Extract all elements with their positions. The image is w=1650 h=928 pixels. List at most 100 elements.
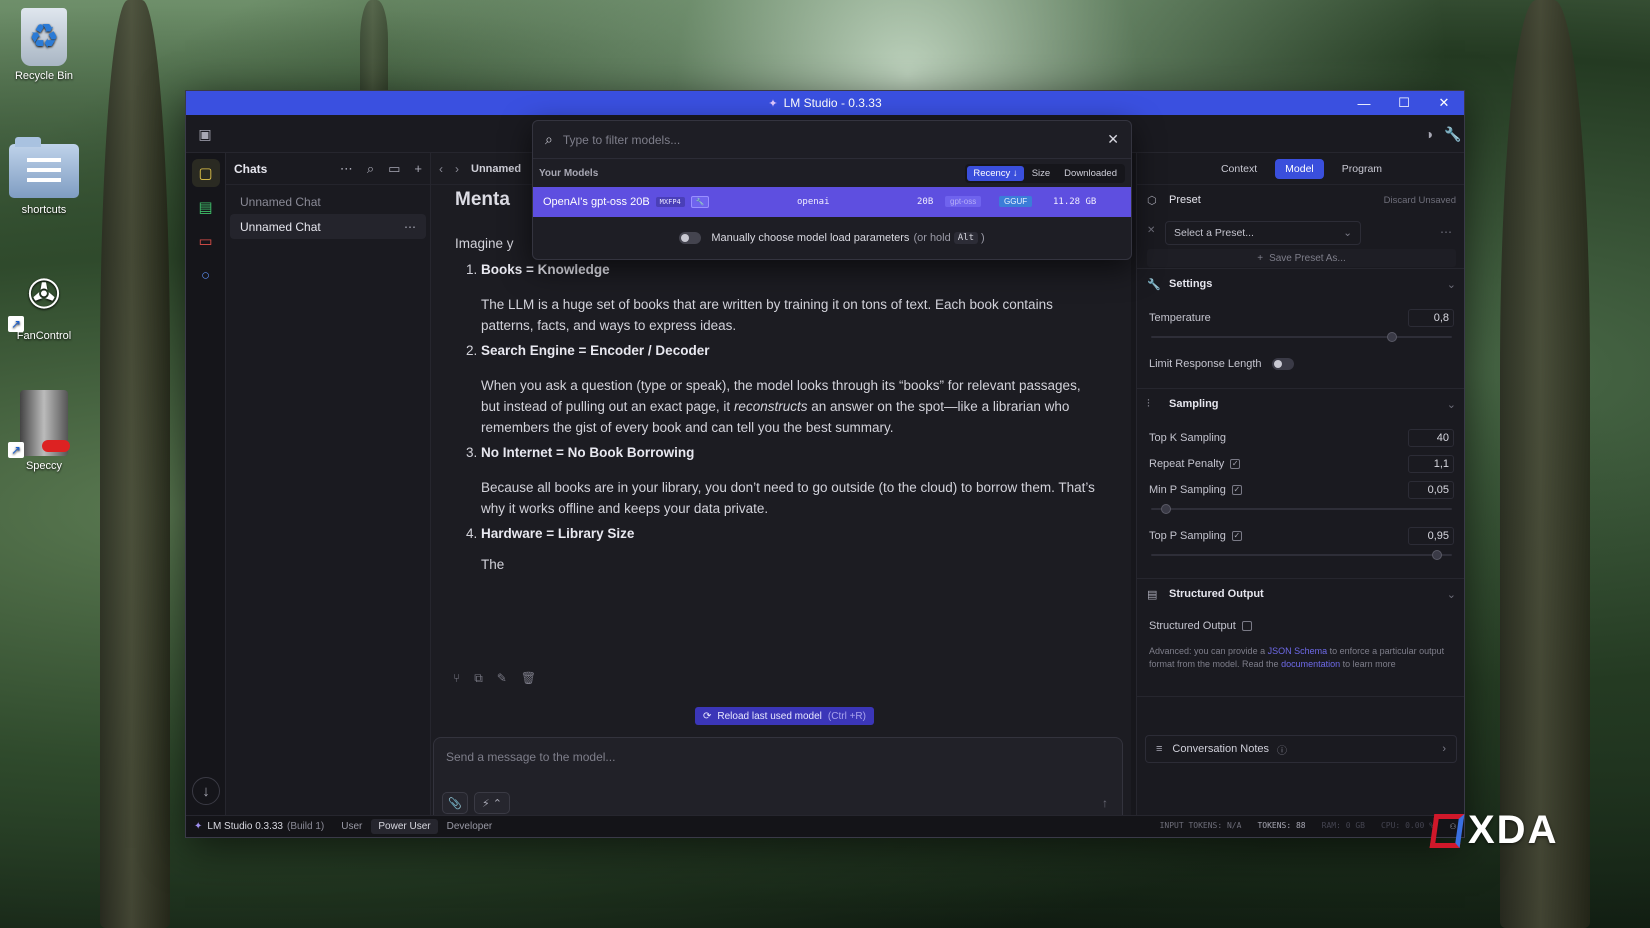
title-bar[interactable]: ✦ LM Studio - 0.3.33 — ☐ ✕: [186, 91, 1464, 115]
top-k-row: Top K Sampling 40: [1137, 425, 1464, 451]
lm-studio-logo-icon: ✦: [194, 821, 203, 832]
tab-program[interactable]: Program: [1332, 159, 1392, 179]
maximize-button[interactable]: ☐: [1384, 91, 1424, 115]
slider-knob[interactable]: [1161, 504, 1172, 514]
sliders-icon: ⫶: [1147, 397, 1150, 410]
shortcut-arrow-icon: ↗: [8, 442, 24, 458]
sort-size-button[interactable]: Size: [1026, 166, 1056, 181]
chat-list-item[interactable]: Unnamed Chat: [226, 189, 430, 214]
structured-output-checkbox[interactable]: [1241, 621, 1252, 631]
top-p-checkbox[interactable]: ✓: [1231, 531, 1242, 541]
wrench-icon[interactable]: 🔧: [1442, 123, 1464, 145]
preset-menu-icon[interactable]: ⋯: [1440, 225, 1452, 239]
discard-unsaved-button[interactable]: Discard Unsaved: [1384, 195, 1456, 206]
chat-icon[interactable]: ▢: [191, 159, 220, 187]
mode-user[interactable]: User: [334, 819, 369, 834]
mode-developer[interactable]: Developer: [440, 819, 500, 834]
sort-recency-button[interactable]: Recency ↓: [967, 165, 1024, 181]
min-p-slider[interactable]: [1151, 503, 1452, 515]
search-chats-icon[interactable]: ⌕: [367, 161, 374, 177]
branch-icon[interactable]: ⑂: [453, 671, 460, 686]
slider-knob[interactable]: [1431, 550, 1442, 560]
plugin-icon[interactable]: ⚡ ⌃: [474, 792, 510, 814]
help-icon: ⓘ: [1277, 745, 1288, 757]
attach-icon[interactable]: 📎: [442, 792, 468, 814]
recycle-bin-icon: ♻: [21, 8, 67, 66]
minimize-button[interactable]: —: [1344, 91, 1384, 115]
new-chat-icon[interactable]: +: [414, 161, 422, 177]
more-options-icon[interactable]: ⋯: [340, 161, 353, 177]
top-k-input[interactable]: 40: [1408, 429, 1454, 447]
list-item: Search Engine = Encoder / Decoder When y…: [481, 340, 1095, 438]
preset-select[interactable]: Select a Preset... ⌄: [1165, 221, 1361, 245]
chats-header: Chats ⋯ ⌕ ▭ +: [226, 153, 430, 185]
chat-list-item-active[interactable]: Unnamed Chat ⋯: [230, 214, 426, 239]
notes-icon: ≡: [1156, 743, 1163, 755]
chat-tab[interactable]: Unnamed: [471, 163, 521, 175]
chevron-right-icon: ›: [1442, 743, 1446, 755]
edit-icon[interactable]: ✎: [497, 671, 507, 686]
mode-power-user[interactable]: Power User: [371, 819, 438, 834]
clear-preset-icon[interactable]: ✕: [1147, 225, 1155, 236]
message-actions: ⑂ ⧉ ✎ 🗑: [453, 671, 536, 686]
chat-item-menu-icon[interactable]: ⋯: [404, 220, 416, 234]
message-composer[interactable]: Send a message to the model... 📎 ⚡ ⌃ ↑: [433, 737, 1123, 823]
temperature-input[interactable]: 0,8: [1408, 309, 1454, 327]
search-icon: ⌕: [545, 131, 553, 147]
delete-icon[interactable]: 🗑: [521, 671, 536, 686]
theme-icon[interactable]: ◑: [1418, 123, 1440, 145]
sort-downloaded-button[interactable]: Downloaded: [1058, 166, 1123, 181]
model-row-gpt-oss[interactable]: OpenAI's gpt-oss 20B MXFP4 🔧 openai 20B …: [533, 187, 1131, 217]
toggle-sidebar-icon[interactable]: ▣: [194, 123, 216, 145]
desktop-icon-recycle-bin[interactable]: ♻ Recycle Bin: [4, 8, 84, 82]
model-name: OpenAI's gpt-oss 20B: [543, 196, 650, 208]
close-window-button[interactable]: ✕: [1424, 91, 1464, 115]
model-publisher: openai: [797, 197, 830, 207]
ram-usage: RAM: 0 GB: [1321, 821, 1365, 830]
min-p-checkbox[interactable]: ✓: [1231, 485, 1242, 495]
copy-icon[interactable]: ⧉: [474, 671, 483, 686]
chats-title: Chats: [234, 161, 268, 176]
top-p-row: Top P Sampling ✓ 0,95: [1137, 523, 1464, 549]
top-p-slider[interactable]: [1151, 549, 1452, 561]
min-p-input[interactable]: 0,05: [1408, 481, 1454, 499]
new-folder-icon[interactable]: ▭: [388, 161, 400, 177]
developer-icon[interactable]: ▤: [192, 193, 220, 221]
model-search-bar: ⌕ ✕: [533, 121, 1131, 159]
download-icon[interactable]: ↓: [192, 777, 220, 805]
tab-model[interactable]: Model: [1275, 158, 1324, 179]
desktop-icon-speccy[interactable]: ↗ Speccy: [4, 390, 84, 472]
my-models-icon[interactable]: ▭: [192, 227, 220, 255]
save-preset-button[interactable]: + Save Preset As...: [1147, 249, 1456, 267]
chevron-down-icon[interactable]: ⌄: [1447, 588, 1456, 601]
shortcut-arrow-icon: ↗: [8, 316, 24, 332]
desktop-icon-shortcuts[interactable]: shortcuts: [4, 137, 84, 216]
documentation-link[interactable]: documentation: [1281, 659, 1340, 669]
send-icon[interactable]: ↑: [1102, 796, 1108, 810]
back-icon[interactable]: ‹: [439, 162, 443, 176]
slider-knob[interactable]: [1386, 332, 1397, 342]
json-schema-link[interactable]: JSON Schema: [1268, 646, 1328, 656]
computer-icon: [20, 390, 70, 456]
close-icon[interactable]: ✕: [1107, 131, 1119, 148]
desktop-icon-fancontrol[interactable]: ✇ ↗ FanControl: [4, 264, 84, 342]
repeat-penalty-input[interactable]: 1,1: [1408, 455, 1454, 473]
model-filter-input[interactable]: [562, 132, 1108, 147]
temperature-row: Temperature 0,8: [1137, 305, 1464, 331]
limit-response-toggle[interactable]: [1271, 358, 1294, 370]
reload-icon: ⟳: [703, 710, 712, 722]
temperature-slider[interactable]: [1151, 331, 1452, 343]
discover-search-icon[interactable]: ○: [192, 261, 220, 289]
chevron-down-icon[interactable]: ⌄: [1447, 278, 1456, 291]
repeat-penalty-checkbox[interactable]: ✓: [1230, 459, 1241, 469]
model-size: 11.28 GB: [1053, 197, 1097, 207]
quant-badge: MXFP4: [655, 197, 685, 207]
forward-icon[interactable]: ›: [455, 162, 459, 176]
top-p-input[interactable]: 0,95: [1408, 527, 1454, 545]
message-list: Books = Knowledge The LLM is a huge set …: [455, 259, 1095, 544]
manual-load-toggle[interactable]: [679, 232, 702, 244]
reload-model-button[interactable]: ⟳ Reload last used model (Ctrl +R): [695, 707, 874, 725]
chevron-down-icon[interactable]: ⌄: [1447, 398, 1456, 411]
tab-context[interactable]: Context: [1211, 159, 1267, 179]
conversation-notes-button[interactable]: ≡ Conversation Notes ⓘ ›: [1145, 735, 1457, 763]
